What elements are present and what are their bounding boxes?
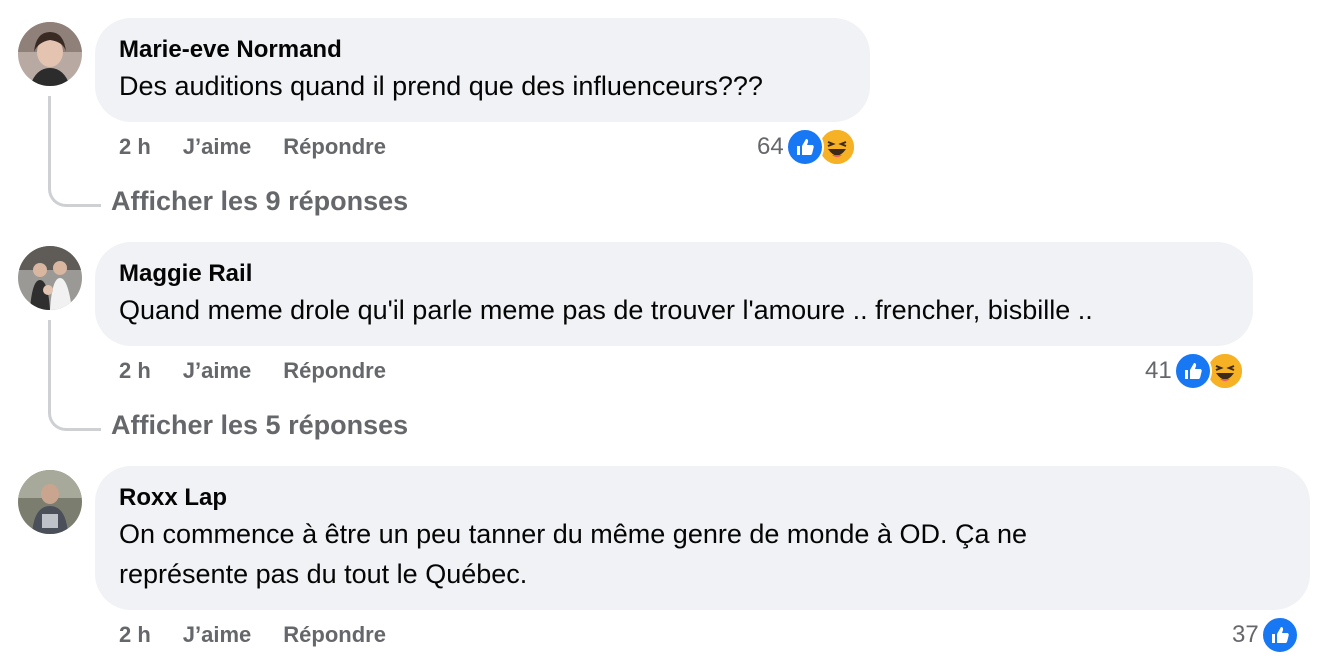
avatar[interactable] (18, 246, 82, 310)
reply-button[interactable]: Répondre (283, 134, 386, 160)
like-button[interactable]: J’aime (183, 358, 252, 384)
comment-actions: 2 h J’aime Répondre (119, 132, 386, 162)
like-icon (1173, 352, 1212, 390)
comment-bubble: Maggie Rail Quand meme drole qu'il parle… (95, 242, 1253, 346)
comment-text: On commence à être un peu tanner du même… (119, 514, 1286, 594)
view-replies-link[interactable]: Afficher les 5 réponses (111, 410, 408, 441)
thread-connector (48, 96, 101, 207)
like-icon (1260, 616, 1299, 654)
comment-bubble: Roxx Lap On commence à être un peu tanne… (95, 466, 1310, 610)
reaction-count: 37 (1232, 621, 1259, 648)
comment-time[interactable]: 2 h (119, 358, 151, 384)
reply-button[interactable]: Répondre (283, 622, 386, 648)
reply-button[interactable]: Répondre (283, 358, 386, 384)
comment-author[interactable]: Maggie Rail (119, 260, 1229, 288)
like-button[interactable]: J’aime (183, 622, 252, 648)
reactions-summary[interactable]: 41 (1145, 352, 1244, 390)
reactions-summary[interactable]: 64 (757, 128, 856, 166)
comment-author[interactable]: Roxx Lap (119, 484, 1286, 512)
thread-connector (48, 320, 101, 431)
comment-text-line: représente pas du tout le Québec. (119, 559, 528, 589)
comment-text-line: On commence à être un peu tanner du même… (119, 519, 1028, 549)
view-replies-link[interactable]: Afficher les 9 réponses (111, 186, 408, 217)
comment-actions: 2 h J’aime Répondre (119, 356, 386, 386)
comment-author[interactable]: Marie-eve Normand (119, 36, 846, 64)
reactions-summary[interactable]: 37 (1232, 616, 1299, 654)
comment-time[interactable]: 2 h (119, 622, 151, 648)
avatar[interactable] (18, 470, 82, 534)
comment-bubble: Marie-eve Normand Des auditions quand il… (95, 18, 870, 122)
comment-time[interactable]: 2 h (119, 134, 151, 160)
reaction-count: 41 (1145, 357, 1172, 384)
comment-text: Quand meme drole qu'il parle meme pas de… (119, 295, 1093, 325)
comment-actions: 2 h J’aime Répondre (119, 620, 386, 650)
like-icon (785, 128, 824, 166)
reaction-count: 64 (757, 133, 784, 160)
like-button[interactable]: J’aime (183, 134, 252, 160)
comment-text: Des auditions quand il prend que des inf… (119, 71, 763, 101)
avatar[interactable] (18, 22, 82, 86)
